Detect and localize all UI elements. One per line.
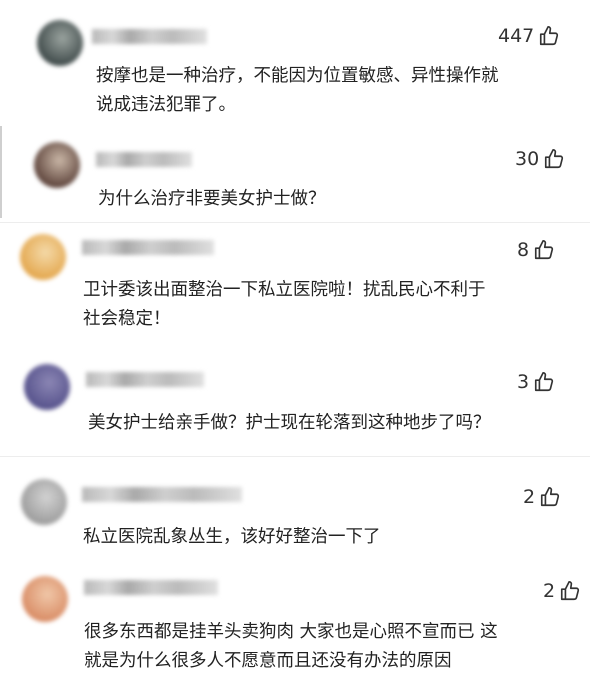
like-button[interactable]: 2 [543,579,581,603]
like-button[interactable]: 2 [523,485,561,509]
avatar[interactable] [20,234,66,280]
comment-text: 美女护士给亲手做？护士现在轮落到这种地步了吗？ [88,409,491,438]
avatar[interactable] [37,20,83,66]
avatar[interactable] [34,142,80,188]
avatar[interactable] [24,364,70,410]
like-button[interactable]: 447 [498,24,560,48]
left-edge [0,126,2,218]
comment-text: 卫计委该出面整治一下私立医院啦！扰乱民心不利于 社会稳定！ [83,276,486,334]
divider [0,456,590,457]
avatar[interactable] [22,576,68,622]
username[interactable] [86,372,204,387]
comment-text: 私立医院乱象丛生，该好好整治一下了 [83,523,381,552]
avatar[interactable] [21,479,67,525]
comment-line: 说成违法犯罪了。 [96,95,236,115]
like-button[interactable]: 8 [517,238,555,262]
thumbs-up-icon [539,486,561,508]
comment-text: 很多东西都是挂羊头卖狗肉 大家也是心照不宣而已 这 就是为什么很多人不愿意而且还… [84,618,498,676]
thumbs-up-icon [538,25,560,47]
comment-line: 卫计委该出面整治一下私立医院啦！扰乱民心不利于 [83,280,486,300]
like-count: 8 [517,239,530,261]
comment-line: 为什么治疗非要美女护士做？ [98,189,326,209]
comment-line: 就是为什么很多人不愿意而且还没有办法的原因 [84,651,452,671]
thumbs-up-icon [533,371,555,393]
comment-line: 很多东西都是挂羊头卖狗肉 大家也是心照不宣而已 这 [84,622,498,642]
like-count: 2 [543,580,556,602]
like-count: 3 [517,371,530,393]
comment-line: 美女护士给亲手做？护士现在轮落到这种地步了吗？ [88,413,491,433]
comment-line: 按摩也是一种治疗，不能因为位置敏感、异性操作就 [96,66,499,86]
username[interactable] [96,152,192,167]
comment-line: 私立医院乱象丛生，该好好整治一下了 [83,527,381,547]
username[interactable] [84,580,218,595]
username[interactable] [82,487,242,502]
divider [0,222,590,223]
thumbs-up-icon [543,148,565,170]
like-count: 447 [498,25,535,47]
username[interactable] [82,240,214,255]
like-count: 2 [523,486,536,508]
thumbs-up-icon [533,239,555,261]
comment-text: 按摩也是一种治疗，不能因为位置敏感、异性操作就 说成违法犯罪了。 [96,62,499,120]
thumbs-up-icon [559,580,581,602]
comment-line: 社会稳定！ [83,309,171,329]
like-count: 30 [515,148,540,170]
comment-text: 为什么治疗非要美女护士做？ [98,185,326,214]
username[interactable] [92,29,207,44]
like-button[interactable]: 3 [517,370,555,394]
like-button[interactable]: 30 [515,147,565,171]
